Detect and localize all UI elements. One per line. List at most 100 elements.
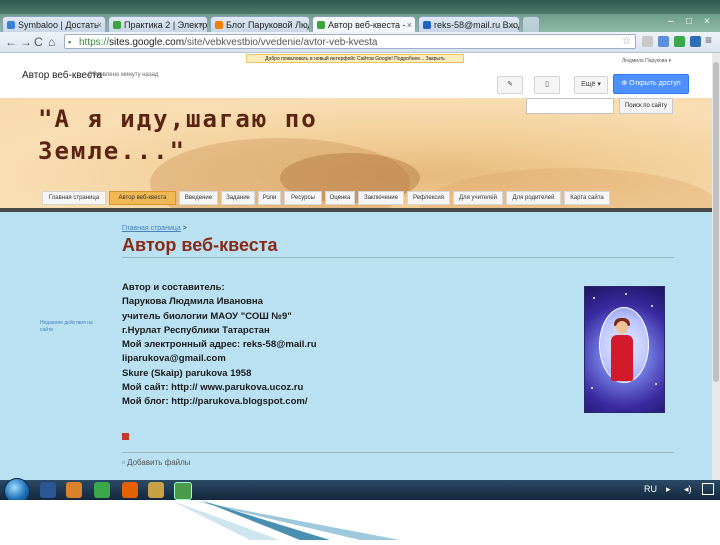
tab-blog[interactable]: Блог Паруковой Люд × — [210, 16, 310, 32]
nav-conclusion[interactable]: Заключение — [358, 191, 404, 205]
media-icon[interactable] — [94, 482, 110, 498]
nav-introduction[interactable]: Введение — [179, 191, 218, 205]
address-bar[interactable]: ▪ https://sites.google.com/site/vebkvestb… — [64, 34, 636, 49]
photo-coat — [611, 335, 633, 381]
nav-author[interactable]: Автор веб-квеста — [109, 191, 176, 205]
nav-evaluation[interactable]: Оценка — [325, 191, 355, 205]
nav-home[interactable]: Главная страница — [42, 191, 106, 205]
site-search-input[interactable] — [526, 98, 614, 114]
author-photo — [584, 286, 665, 413]
add-files-link[interactable]: ▫ Добавить файлы — [122, 458, 191, 467]
language-indicator[interactable]: RU — [644, 484, 657, 494]
info-line: Skure (Skaip) parukova 1958 — [122, 367, 252, 379]
breadcrumb-separator: > — [182, 225, 187, 232]
nav-reflection[interactable]: Рефлексия — [407, 191, 450, 205]
info-line: Мой блог: http://parukova.blogspot.com/ — [122, 396, 308, 408]
mail-icon — [423, 21, 431, 29]
url-scheme: https:// — [79, 37, 110, 48]
close-icon[interactable]: × — [511, 17, 516, 32]
firefox-icon[interactable] — [122, 482, 138, 498]
site-title: "А я иду,шагаю по Земле..." — [38, 105, 318, 165]
globe-icon: ⊕ — [621, 80, 630, 87]
pencil-icon: ✎ — [507, 81, 513, 88]
snowflake — [651, 305, 653, 307]
flag-icon[interactable]: ▸ — [666, 484, 671, 495]
app-icon[interactable] — [148, 482, 164, 498]
page-title: Автор веб-квеста — [122, 235, 278, 255]
new-interface-banner[interactable]: Добро пожаловать в новый интерфейс Сайто… — [246, 54, 464, 63]
breadcrumb: Главная страница > — [122, 225, 187, 232]
bookmark-star-icon[interactable]: ☆ — [622, 34, 631, 49]
tab-author-quest[interactable]: Автор веб-квеста - × — [312, 16, 416, 32]
tab-label: Symbaloo | Достать — [18, 20, 99, 30]
attachment-icon — [122, 433, 129, 440]
chrome-icon[interactable] — [174, 482, 192, 500]
info-line: г.Нурлат Республики Татарстан — [122, 324, 270, 336]
extension-icon[interactable] — [690, 36, 701, 47]
volume-icon[interactable]: ◂) — [684, 484, 692, 495]
tab-label: Блог Паруковой Люд — [226, 20, 310, 30]
edit-page-button[interactable]: ✎ — [497, 76, 523, 94]
info-line: Автор и составитель: — [122, 282, 225, 293]
minimize-icon[interactable]: – — [668, 16, 674, 27]
nav-resources[interactable]: Ресурсы — [284, 191, 322, 205]
url-host: sites.google.com — [109, 37, 185, 48]
browser-tab-bar: Symbaloo | Достать × Практика 2 | Электр ×… — [0, 14, 720, 32]
wrench-icon[interactable]: ≡ — [705, 33, 712, 47]
extension-icon[interactable] — [642, 36, 653, 47]
nav-roles[interactable]: Роли — [258, 191, 281, 205]
site-search-button[interactable]: Поиск по сайту — [619, 98, 673, 114]
tab-practice[interactable]: Практика 2 | Электр × — [108, 16, 208, 32]
page-icon: ▯ — [545, 81, 549, 88]
snowflake — [625, 293, 627, 295]
info-line: учитель биологии МАОУ "СОШ №9" — [122, 310, 292, 322]
window-close-icon[interactable]: × — [704, 16, 710, 27]
last-updated-text: Обновлено минуту назад — [88, 72, 159, 78]
blogger-icon — [215, 21, 223, 29]
tab-label: reks-58@mail.ru Вход — [434, 20, 520, 30]
scrollbar-thumb[interactable] — [713, 62, 719, 382]
photo-face — [616, 321, 628, 334]
tab-mail[interactable]: reks-58@mail.ru Вход × — [418, 16, 520, 32]
recent-activity-link[interactable]: Недавние действия на сайте — [40, 320, 96, 334]
snowflake — [655, 383, 657, 385]
nav-sitemap[interactable]: Карта сайта — [564, 191, 610, 205]
back-arrow-icon[interactable]: ← — [5, 35, 17, 49]
share-label: Открыть доступ — [629, 80, 681, 87]
reload-icon[interactable]: C — [34, 35, 43, 49]
network-icon[interactable] — [702, 483, 714, 495]
symbaloo-icon — [7, 21, 15, 29]
author-info: Автор и составитель: Парукова Людмила Ив… — [122, 281, 317, 410]
more-button[interactable]: Ещё ▾ — [574, 76, 608, 94]
close-icon[interactable]: × — [301, 17, 306, 32]
close-icon[interactable]: × — [199, 17, 204, 32]
info-line: Мой сайт: http:// www.parukova.ucoz.ru — [122, 382, 304, 394]
nav-for-parents[interactable]: Для родителей — [506, 191, 561, 205]
info-line: Парукова Людмила Ивановна — [122, 296, 263, 308]
browser-toolbar: ← → C ⌂ ▪ https://sites.google.com/site/v… — [0, 32, 720, 53]
nav-task[interactable]: Задание — [221, 191, 255, 205]
close-icon[interactable]: × — [407, 17, 412, 32]
explorer-icon[interactable] — [66, 482, 82, 498]
close-icon[interactable]: × — [97, 17, 102, 32]
forward-arrow-icon[interactable]: → — [20, 35, 32, 49]
snowflake — [591, 387, 593, 389]
url-path: /site/vebkvestbio/vvedenie/avtor-veb-kve… — [184, 37, 378, 48]
attachments-divider — [122, 452, 674, 453]
info-line: liparukova@gmail.com — [122, 353, 226, 365]
user-account[interactable]: Людмила Парукова ▾ — [622, 58, 671, 64]
extension-icon[interactable] — [658, 36, 669, 47]
tab-symbaloo[interactable]: Symbaloo | Достать × — [2, 16, 106, 32]
sites-icon — [317, 21, 325, 29]
title-divider — [122, 257, 674, 258]
home-icon[interactable]: ⌂ — [48, 35, 55, 49]
maximize-icon[interactable]: □ — [686, 16, 692, 27]
new-tab-button[interactable] — [522, 16, 540, 32]
word-icon[interactable] — [40, 482, 56, 498]
new-page-button[interactable]: ▯ — [534, 76, 560, 94]
nav-for-teachers[interactable]: Для учителей — [453, 191, 503, 205]
extension-icon[interactable] — [674, 36, 685, 47]
share-button[interactable]: ⊕ Открыть доступ — [613, 74, 689, 94]
breadcrumb-home-link[interactable]: Главная страница — [122, 225, 181, 232]
slide-footer — [0, 500, 720, 540]
